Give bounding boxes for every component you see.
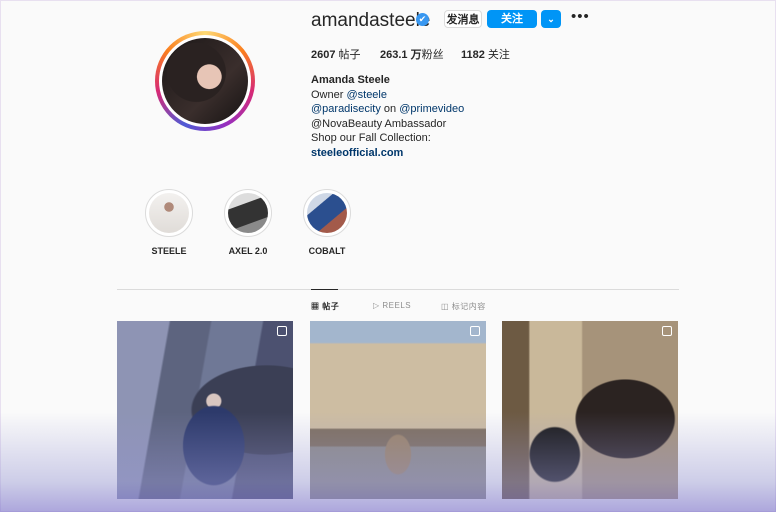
grid-icon: ▦ <box>311 302 320 311</box>
bio-link-primevideo[interactable]: @primevideo <box>399 103 464 115</box>
highlight-image <box>228 193 268 233</box>
message-button[interactable]: 发消息 <box>444 10 482 28</box>
bio-name: Amanda Steele <box>311 74 390 86</box>
posts-count: 2607 帖子 <box>311 46 361 62</box>
highlight-label: COBALT <box>308 246 346 256</box>
followers-count-value: 263.1 万 <box>380 49 422 61</box>
highlight-steele[interactable]: STEELE <box>134 189 204 256</box>
tab-reels[interactable]: ▷ REELS <box>373 301 411 310</box>
bio-on-text: on <box>380 103 400 115</box>
profile-page: amandasteele ✔ 发消息 关注 ⌄ ••• 2607 帖子 263.… <box>0 0 776 512</box>
avatar-border <box>159 35 251 127</box>
post-thumbnail[interactable] <box>502 321 678 499</box>
bio-line-show: @paradisecity on @primevideo <box>311 102 464 117</box>
suggested-dropdown-button[interactable]: ⌄ <box>541 10 561 28</box>
posts-count-value: 2607 <box>311 49 336 61</box>
profile-avatar[interactable] <box>155 31 255 131</box>
tab-posts-label: 帖子 <box>322 302 340 311</box>
followers-count[interactable]: 263.1 万粉丝 <box>380 46 444 62</box>
highlight-image <box>307 193 347 233</box>
followers-count-label: 粉丝 <box>421 49 444 61</box>
highlight-image <box>149 193 189 233</box>
highlight-axel[interactable]: AXEL 2.0 <box>213 189 283 256</box>
following-count-value: 1182 <box>461 49 485 61</box>
highlight-cover <box>224 189 272 237</box>
tagged-icon: ◫ <box>441 302 450 311</box>
tab-tagged[interactable]: ◫ 标记内容 <box>441 301 486 312</box>
profile-username: amandasteele <box>311 10 431 31</box>
highlight-label: AXEL 2.0 <box>228 246 268 256</box>
tab-posts[interactable]: ▦ 帖子 <box>311 301 339 312</box>
verified-badge-icon: ✔ <box>416 13 429 26</box>
tabs-divider <box>117 289 679 290</box>
bio-link-steele[interactable]: @steele <box>346 89 387 101</box>
bio-website-link[interactable]: steeleofficial.com <box>311 146 464 161</box>
carousel-icon <box>470 326 480 336</box>
carousel-icon <box>662 326 672 336</box>
bio-owner-prefix: Owner <box>311 88 347 101</box>
follow-button[interactable]: 关注 <box>487 10 537 28</box>
highlight-cover <box>145 189 193 237</box>
avatar-photo <box>162 38 248 124</box>
post-thumbnail[interactable] <box>117 321 293 499</box>
following-count[interactable]: 1182 关注 <box>461 46 510 62</box>
highlight-label: STEELE <box>151 246 187 256</box>
active-tab-indicator <box>311 289 338 290</box>
posts-count-label: 帖子 <box>335 49 361 61</box>
tab-reels-label: REELS <box>382 301 412 310</box>
tab-tagged-label: 标记内容 <box>451 302 486 311</box>
options-icon[interactable]: ••• <box>571 8 590 25</box>
post-thumbnail[interactable] <box>310 321 486 499</box>
reels-icon: ▷ <box>373 301 380 310</box>
bio-line-shop: Shop our Fall Collection: <box>311 132 431 144</box>
bio-line-owner: Owner @steele <box>311 88 464 103</box>
bio-link-paradisecity[interactable]: @paradisecity <box>311 103 381 115</box>
bio-line-ambassador: @NovaBeauty Ambassador <box>311 117 447 130</box>
profile-bio: Amanda Steele Owner @steele @paradisecit… <box>311 73 464 160</box>
following-count-label: 关注 <box>484 49 510 61</box>
reel-icon <box>277 326 287 336</box>
highlight-cobalt[interactable]: COBALT <box>292 189 362 256</box>
highlight-cover <box>303 189 351 237</box>
